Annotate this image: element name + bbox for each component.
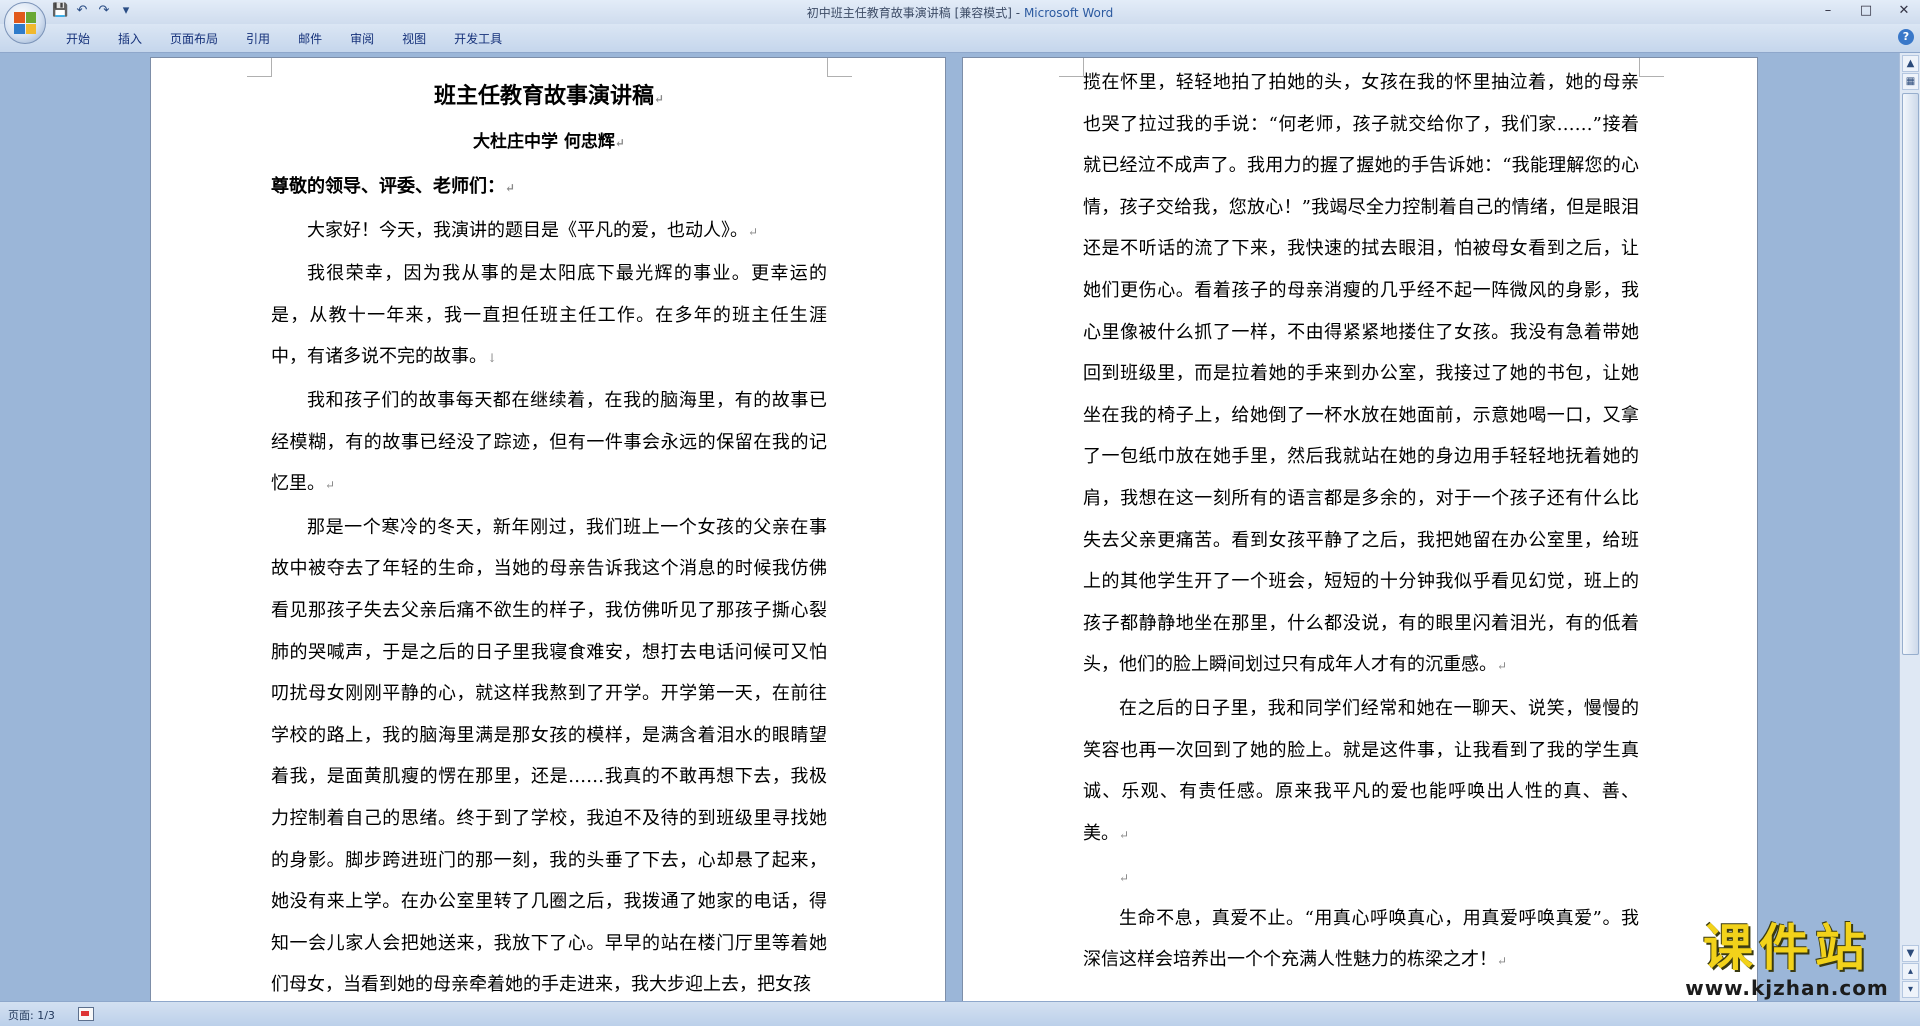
- title-separator: -: [1011, 6, 1024, 20]
- page-2[interactable]: 揽在怀里，轻轻地拍了拍她的头，女孩在我的怀里抽泣着，她的母亲也哭了拉过我的手说：…: [962, 57, 1758, 1001]
- scroll-down-icon[interactable]: ▼: [1902, 945, 1919, 962]
- document-name: 初中班主任教育故事演讲稿 [兼容模式]: [806, 6, 1012, 20]
- previous-page-icon[interactable]: ▴: [1902, 963, 1919, 980]
- scroll-thumb[interactable]: [1902, 93, 1919, 655]
- page-1-content[interactable]: 班主任教育故事演讲稿↵ 大杜庄中学 何忠辉↵ 尊敬的领导、评委、老师们：↵ 大家…: [271, 58, 827, 1001]
- paragraph-mark: ↵: [1119, 827, 1130, 842]
- margin-corner: [827, 58, 852, 77]
- page-2-content[interactable]: 揽在怀里，轻轻地拍了拍她的头，女孩在我的怀里抽泣着，她的母亲也哭了拉过我的手说：…: [1083, 58, 1639, 983]
- paragraph-mark: ↵: [325, 478, 336, 493]
- paragraph: 我和孩子们的故事每天都在继续着，在我的脑海里，有的故事已经模糊，有的故事已经没了…: [271, 389, 827, 495]
- window-controls: – □ ✕: [1818, 2, 1914, 20]
- paragraph-mark: ↵: [748, 224, 759, 239]
- watermark-logo: 课件站 www.kjzhan.com: [1672, 920, 1902, 1002]
- office-button[interactable]: [4, 2, 46, 44]
- document-title: 班主任教育故事演讲稿↵: [433, 83, 665, 109]
- tab-references[interactable]: 引用: [232, 30, 284, 47]
- help-icon[interactable]: ?: [1898, 29, 1914, 45]
- page-1[interactable]: 班主任教育故事演讲稿↵ 大杜庄中学 何忠辉↵ 尊敬的领导、评委、老师们：↵ 大家…: [150, 57, 946, 1001]
- tab-page-layout[interactable]: 页面布局: [156, 30, 232, 47]
- margin-corner: [1639, 58, 1664, 77]
- scroll-up-icon[interactable]: ▲: [1902, 55, 1919, 72]
- paragraph: 大家好！今天，我演讲的题目是《平凡的爱，也动人》。↵: [307, 219, 759, 241]
- watermark-text: 课件站: [1703, 919, 1871, 977]
- margin-corner: [247, 58, 272, 77]
- next-page-icon[interactable]: ▾: [1902, 981, 1919, 998]
- window-title: 初中班主任教育故事演讲稿 [兼容模式] - Microsoft Word: [0, 4, 1920, 21]
- paragraph-mark: ↵: [505, 181, 516, 195]
- watermark-url: www.kjzhan.com: [1685, 976, 1889, 1000]
- paragraph-mark: ↵: [1497, 954, 1508, 969]
- ribbon: 开始 插入 页面布局 引用 邮件 审阅 视图 开发工具 ?: [0, 24, 1920, 53]
- paragraph-mark: ↵: [614, 136, 625, 150]
- paragraph: 生命不息，真爱不止。“用真心呼唤真心，用真爱呼唤真爱”。我深信这样会培养出一个个…: [1083, 907, 1639, 971]
- salutation: 尊敬的领导、评委、老师们：↵: [271, 176, 516, 197]
- paragraph: 在之后的日子里，我和同学们经常和她在一聊天、说笑，慢慢的笑容也再一次回到了她的脸…: [1083, 697, 1639, 844]
- empty-paragraph: ↵: [1083, 856, 1639, 898]
- tab-insert[interactable]: 插入: [104, 30, 156, 47]
- tab-view[interactable]: 视图: [388, 30, 440, 47]
- ribbon-tabs: 开始 插入 页面布局 引用 邮件 审阅 视图 开发工具: [52, 30, 516, 47]
- vertical-scrollbar[interactable]: ▲ ▦ ▼ ▴ ▾: [1899, 53, 1920, 1001]
- paragraph: 揽在怀里，轻轻地拍了拍她的头，女孩在我的怀里抽泣着，她的母亲也哭了拉过我的手说：…: [1083, 72, 1639, 676]
- paragraph-mark: ↵: [653, 92, 665, 106]
- paragraph-mark: ↵: [1119, 871, 1130, 886]
- tab-home[interactable]: 开始: [52, 30, 104, 47]
- app-name: Microsoft Word: [1023, 6, 1114, 20]
- document-area[interactable]: 班主任教育故事演讲稿↵ 大杜庄中学 何忠辉↵ 尊敬的领导、评委、老师们：↵ 大家…: [0, 53, 1900, 1001]
- title-bar: 💾 ↶ ↷ ▾ 初中班主任教育故事演讲稿 [兼容模式] - Microsoft …: [0, 0, 1920, 44]
- minimize-icon[interactable]: –: [1818, 2, 1838, 20]
- paragraph: 那是一个寒冷的冬天，新年刚过，我们班上一个女孩的父亲在事故中被夺去了年轻的生命，…: [271, 516, 827, 996]
- margin-corner: [1059, 58, 1084, 77]
- page-count[interactable]: 页面: 1/3: [8, 1007, 55, 1023]
- office-logo-icon: [14, 12, 36, 34]
- ruler-toggle-icon[interactable]: ▦: [1902, 73, 1919, 90]
- line-break-mark: ↓: [487, 351, 498, 366]
- close-icon[interactable]: ✕: [1894, 2, 1914, 20]
- tab-developer[interactable]: 开发工具: [440, 30, 516, 47]
- paragraph-mark: ↵: [1497, 659, 1508, 674]
- status-bar: 页面: 1/3: [0, 1001, 1920, 1026]
- maximize-icon[interactable]: □: [1856, 2, 1876, 20]
- paragraph: 我很荣幸，因为我从事的是太阳底下最光辉的事业。更幸运的是，从教十一年来，我一直担…: [271, 263, 827, 368]
- tab-review[interactable]: 审阅: [336, 30, 388, 47]
- document-subtitle: 大杜庄中学 何忠辉↵: [473, 132, 625, 152]
- proofing-icon[interactable]: [78, 1007, 94, 1021]
- tab-mailings[interactable]: 邮件: [284, 30, 336, 47]
